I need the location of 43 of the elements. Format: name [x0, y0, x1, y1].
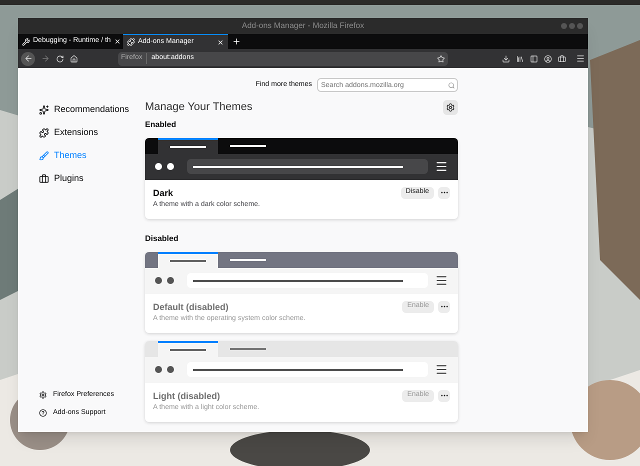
section-heading: Disabled	[145, 232, 180, 244]
help-icon	[39, 409, 47, 417]
home-icon[interactable]	[70, 54, 78, 62]
toolbar-extension-icon[interactable]	[558, 54, 566, 62]
settings-button[interactable]	[443, 100, 458, 115]
gear-icon	[446, 102, 455, 112]
sidebar-icon[interactable]	[530, 54, 538, 62]
brush-icon	[39, 150, 49, 160]
reload-icon[interactable]	[56, 54, 64, 62]
section-heading: Enabled	[145, 118, 178, 130]
more-button[interactable]	[438, 390, 450, 402]
more-button[interactable]	[438, 186, 450, 198]
window-title: Add-ons Manager - Mozilla Firefox	[242, 20, 364, 32]
menu-icon	[435, 160, 448, 173]
page-heading: Manage Your Themes	[145, 100, 252, 115]
settings-icon	[39, 391, 47, 399]
menu-icon[interactable]	[576, 54, 585, 63]
sidebar-item[interactable]: Plugins	[39, 171, 145, 186]
wrench-icon	[22, 38, 30, 46]
sidebar-item[interactable]: Extensions	[39, 125, 145, 140]
sidebar-item[interactable]: Themes	[39, 148, 145, 163]
forward-icon[interactable]	[41, 54, 50, 63]
account-icon[interactable]	[544, 54, 552, 62]
more-button[interactable]	[438, 300, 450, 312]
new-tab-icon[interactable]	[232, 37, 241, 46]
close-icon[interactable]	[114, 38, 121, 45]
theme-name: Dark	[153, 186, 174, 200]
theme-name: Light (disabled)	[153, 390, 221, 403]
sidebar-item[interactable]: Recommendations	[39, 102, 145, 117]
menu-icon	[435, 274, 448, 287]
theme-name: Default (disabled)	[153, 300, 230, 314]
puzzle-icon	[127, 38, 135, 46]
sparkle-icon	[39, 104, 49, 114]
menu-icon	[435, 363, 448, 376]
library-icon[interactable]	[516, 54, 524, 62]
bookmark-star-icon[interactable]	[437, 54, 445, 62]
close-icon[interactable]	[217, 38, 224, 46]
download-icon[interactable]	[502, 54, 510, 62]
search-icon	[448, 82, 455, 88]
back-arrow-icon	[24, 54, 32, 63]
briefcase-icon	[39, 174, 49, 184]
puzzle-icon	[39, 128, 49, 138]
back-button[interactable]	[21, 52, 35, 66]
